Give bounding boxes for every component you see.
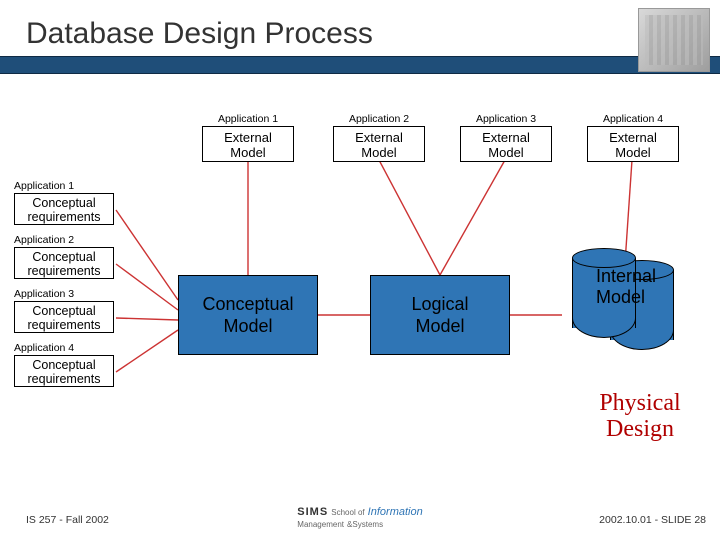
internal-model-label: InternalModel <box>596 266 656 308</box>
footer-sims: SIMS <box>297 506 328 518</box>
slide: Database Design Process Application 1 Ex… <box>0 0 720 540</box>
footer-left: IS 257 - Fall 2002 <box>26 514 109 526</box>
external-model-1: ExternalModel <box>202 126 294 162</box>
footer-right: 2002.10.01 - SLIDE 28 <box>599 514 706 526</box>
page-title: Database Design Process <box>0 14 720 54</box>
footer-sys: &Systems <box>347 520 383 529</box>
req-box-3: Conceptualrequirements <box>14 301 114 333</box>
header-photo <box>638 8 710 72</box>
footer-info: Information <box>368 506 423 518</box>
physical-design-label: PhysicalDesign <box>580 390 700 442</box>
req-group-4: Application 4 Conceptualrequirements <box>14 342 118 387</box>
req-group-3: Application 3 Conceptualrequirements <box>14 288 118 333</box>
external-model-3: ExternalModel <box>460 126 552 162</box>
req-label-3: Application 3 <box>14 288 118 300</box>
footer-school: School of <box>331 508 364 517</box>
external-model-2: ExternalModel <box>333 126 425 162</box>
external-model-4: ExternalModel <box>587 126 679 162</box>
req-box-2: Conceptualrequirements <box>14 247 114 279</box>
req-label-2: Application 2 <box>14 234 118 246</box>
req-box-1: Conceptualrequirements <box>14 193 114 225</box>
app-label-1: Application 1 <box>202 113 294 125</box>
logical-model-box: LogicalModel <box>370 275 510 355</box>
footer-mgmt: Management <box>297 520 344 529</box>
req-box-4: Conceptualrequirements <box>14 355 114 387</box>
req-group-1: Application 1 Conceptualrequirements <box>14 180 118 225</box>
app-label-3: Application 3 <box>460 113 552 125</box>
req-label-1: Application 1 <box>14 180 118 192</box>
req-group-2: Application 2 Conceptualrequirements <box>14 234 118 279</box>
conceptual-model-box: ConceptualModel <box>178 275 318 355</box>
app-label-2: Application 2 <box>333 113 425 125</box>
internal-model-cylinders: InternalModel <box>562 248 692 358</box>
app-label-4: Application 4 <box>587 113 679 125</box>
req-label-4: Application 4 <box>14 342 118 354</box>
footer-center: SIMS School of Information Management &S… <box>297 506 422 530</box>
title-stripe <box>0 56 720 74</box>
